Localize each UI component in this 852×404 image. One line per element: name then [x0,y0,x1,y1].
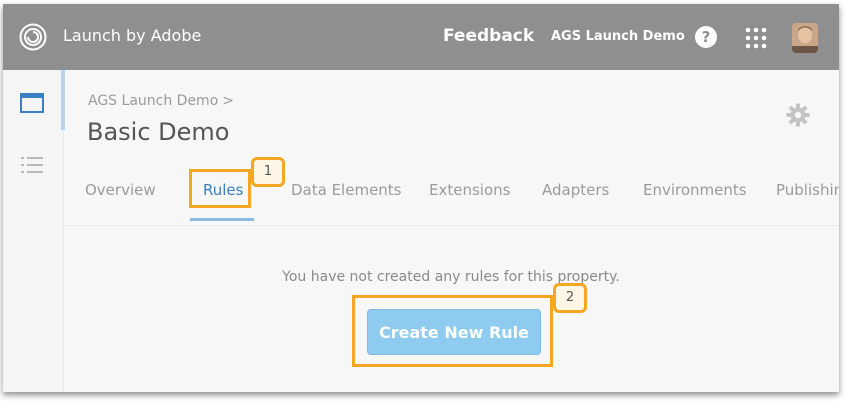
list-icon[interactable] [21,156,43,174]
left-sidebar [3,70,65,392]
properties-icon[interactable] [20,93,44,113]
breadcrumb-org[interactable]: AGS Launch Demo [88,93,218,109]
callout-highlight-rules-tab [189,169,251,208]
tab-environments[interactable]: Environments [643,180,747,200]
org-switcher[interactable]: AGS Launch Demo [551,28,685,46]
help-icon[interactable]: ? [695,26,717,48]
callout-badge-2: 2 [553,283,587,313]
tab-publishing[interactable]: Publishing [776,180,839,200]
tabs-divider [65,225,839,226]
callout-badge-1: 1 [251,157,285,187]
app-title[interactable]: Launch by Adobe [63,26,201,46]
sidebar-active-indicator [61,70,65,130]
tab-adapters[interactable]: Adapters [542,180,609,200]
page-title: Basic Demo [87,118,230,146]
top-bar: Launch by Adobe Feedback AGS Launch Demo… [3,4,839,70]
breadcrumb[interactable]: AGS Launch Demo > [88,92,234,110]
callout-highlight-create-button [352,295,553,367]
tab-data-elements[interactable]: Data Elements [291,180,402,200]
empty-state-message: You have not created any rules for this … [282,269,620,285]
breadcrumb-separator: > [222,93,234,109]
user-avatar[interactable] [792,23,818,53]
tab-extensions[interactable]: Extensions [429,180,510,200]
app-window: Launch by Adobe Feedback AGS Launch Demo… [3,4,839,392]
tab-overview[interactable]: Overview [85,180,156,200]
adobe-launch-logo-icon[interactable] [19,23,47,51]
feedback-link[interactable]: Feedback [443,25,534,47]
gear-icon[interactable] [786,103,810,127]
app-grid-icon[interactable] [744,26,768,50]
active-tab-indicator [190,218,254,221]
